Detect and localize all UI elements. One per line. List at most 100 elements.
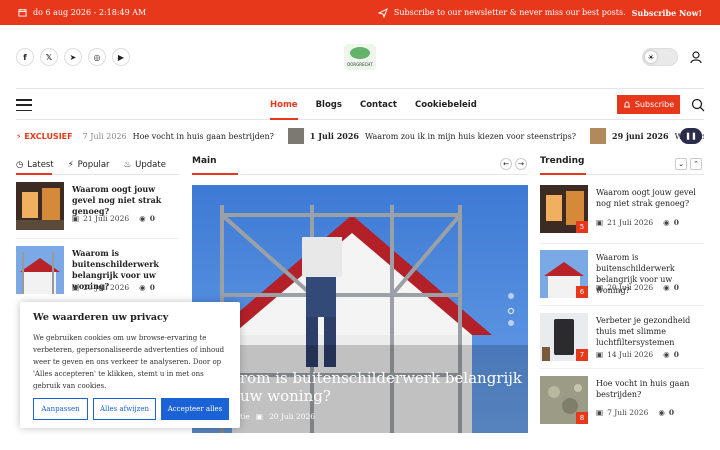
accept-all-button[interactable]: Accepteer alles	[161, 398, 229, 420]
comment-icon: ◉	[663, 283, 670, 292]
post-title[interactable]: Verbeter je gezondheid thuis met slimme …	[596, 315, 704, 348]
post-meta: ▣ 7 Juli 2026 ◉ 0	[596, 408, 674, 417]
tab-label: Latest	[27, 160, 54, 170]
rank-badge: 5	[576, 221, 588, 233]
x-icon[interactable]: 𝕏	[40, 48, 58, 66]
post-title[interactable]: Waarom oogt jouw gevel nog niet strak ge…	[596, 187, 704, 209]
post-meta: ▣ 21 Juli 2026 ◉ 0	[72, 214, 155, 223]
comment-count: 0	[673, 283, 679, 292]
nav-menu: Home Blogs Contact Cookiebeleid	[270, 89, 477, 120]
top-bar: do 6 aug 2026 - 2:18:49 AM Subscribe to …	[0, 0, 720, 25]
newsletter-text: Subscribe to our newsletter & never miss…	[393, 8, 626, 17]
calendar-icon: ▣	[596, 283, 604, 292]
cookie-title: We waarderen uw privacy	[33, 312, 169, 323]
ticker-date: 7 Juli 2026	[82, 131, 127, 141]
post-thumbnail[interactable]	[16, 182, 64, 230]
comment-count: 0	[149, 283, 155, 292]
chevron-up-icon[interactable]: ⌃	[690, 158, 702, 170]
subscribe-now-link[interactable]: Subscribe Now!	[632, 8, 702, 18]
cookie-buttons: Aanpassen Alles afwijzen Accepteer alles	[33, 398, 229, 420]
trending-item[interactable]: 8 Hoe vocht in huis gaan bestrijden? ▣ 7 …	[540, 376, 704, 426]
instagram-icon[interactable]: ◎	[88, 48, 106, 66]
main-underline	[192, 173, 528, 175]
ticker-title[interactable]: Hoe vocht in huis gaan bestrijden?	[133, 132, 274, 141]
news-ticker: ⚡ EXCLUSIEF 7 Juli 2026 Hoe vocht in hui…	[16, 126, 704, 146]
post-meta: ▣ 21 Juli 2026 ◉ 0	[596, 218, 679, 227]
customize-button[interactable]: Aanpassen	[33, 398, 88, 420]
comment-icon: ◉	[663, 350, 670, 359]
tab-update[interactable]: ♨ Update	[124, 156, 166, 174]
facebook-icon[interactable]: f	[16, 48, 34, 66]
list-item[interactable]: Waarom is buitenschilderwerk belangrijk …	[16, 246, 179, 296]
tab-label: Popular	[77, 160, 110, 170]
post-category[interactable]: tie	[240, 412, 250, 421]
ticker-thumbnail[interactable]	[287, 128, 304, 144]
bell-icon	[623, 101, 630, 107]
featured-post-title[interactable]: rom is buitenschilderwerk belangrijk uw …	[240, 369, 525, 405]
subscribe-label: Subscribe	[634, 100, 675, 109]
tab-popular[interactable]: ⚡ Popular	[68, 156, 110, 174]
rank-badge: 7	[576, 349, 588, 361]
nav-contact[interactable]: Contact	[360, 100, 397, 110]
current-date: do 6 aug 2026 - 2:18:49 AM	[33, 8, 147, 17]
prev-arrow-icon[interactable]: ←	[500, 158, 512, 170]
dark-mode-toggle[interactable]: ☀	[642, 48, 678, 66]
list-item[interactable]: Waarom oogt jouw gevel nog niet strak ge…	[16, 182, 179, 232]
post-date: 20 Juli 2026	[607, 283, 654, 292]
reject-all-button[interactable]: Alles afwijzen	[93, 398, 156, 420]
nav-home[interactable]: Home	[270, 100, 298, 120]
subscribe-button[interactable]: Subscribe	[617, 95, 680, 114]
post-title[interactable]: Waarom oogt jouw gevel nog niet strak ge…	[72, 184, 179, 217]
post-meta: ▣ 20 Juli 2026 ◉ 0	[596, 283, 679, 292]
telegram-icon[interactable]: ➤	[64, 48, 82, 66]
comment-icon: ◉	[663, 218, 670, 227]
site-logo[interactable]: OORGRECHT	[344, 44, 376, 70]
calendar-icon: ▣	[72, 283, 80, 292]
chevron-down-icon[interactable]: ⌄	[675, 158, 687, 170]
tab-latest[interactable]: ◷ Latest	[16, 156, 54, 174]
comment-icon: ◉	[139, 283, 146, 292]
post-tabs: ◷ Latest ⚡ Popular ♨ Update	[16, 156, 179, 174]
clock-icon: ◷	[16, 160, 24, 170]
post-thumbnail[interactable]	[16, 246, 64, 294]
nav-blogs[interactable]: Blogs	[316, 100, 342, 110]
comment-count: 0	[673, 350, 679, 359]
slider-dot[interactable]	[508, 320, 514, 326]
pause-icon: ❚❚	[685, 132, 697, 140]
user-icon[interactable]	[689, 50, 703, 64]
comment-count: 0	[668, 408, 675, 417]
ticker-date: 1 Juli 2026	[309, 131, 359, 141]
next-arrow-icon[interactable]: →	[515, 158, 527, 170]
trending-section-title: Trending	[540, 156, 585, 166]
trending-item[interactable]: 6 Waarom is buitenschilderwerk belangrij…	[540, 250, 704, 306]
ticker-title[interactable]: Waarom zou ik in mijn huis kiezen voor s…	[365, 132, 576, 141]
slider-dot[interactable]	[508, 293, 514, 299]
calendar-icon: ▣	[72, 214, 80, 223]
tab-label: Update	[135, 160, 166, 170]
trending-item[interactable]: 5 Waarom oogt jouw gevel nog niet strak …	[540, 185, 704, 244]
logo-text: OORGRECHT	[347, 62, 373, 67]
post-title[interactable]: Hoe vocht in huis gaan bestrijden?	[596, 378, 704, 400]
flame-icon: ♨	[123, 160, 132, 170]
calendar-icon	[18, 8, 27, 17]
comment-count: 0	[673, 218, 679, 227]
post-date: 21 Juli 2026	[607, 218, 654, 227]
slider-dot-active[interactable]	[508, 308, 514, 314]
cookie-text: We gebruiken cookies om uw browse-ervari…	[33, 334, 225, 390]
youtube-icon[interactable]: ▶	[112, 48, 130, 66]
cookie-consent-banner: We waarderen uw privacy We gebruiken coo…	[20, 302, 240, 428]
nav-cookiebeleid[interactable]: Cookiebeleid	[415, 100, 477, 110]
hamburger-menu-icon[interactable]	[16, 99, 32, 111]
post-meta: ▣ 20 Juli 2026 ◉ 0	[72, 283, 155, 292]
rank-badge: 6	[576, 286, 588, 298]
search-icon[interactable]	[691, 98, 705, 112]
ticker-thumbnail[interactable]	[590, 128, 607, 144]
calendar-icon: ▣	[596, 350, 604, 359]
tabs-underline	[16, 173, 179, 175]
trending-item[interactable]: 7 Verbeter je gezondheid thuis met slimm…	[540, 313, 704, 369]
post-date: 20 Juli 2026	[268, 412, 315, 421]
bolt-icon: ⚡	[67, 160, 74, 170]
ticker-pause-button[interactable]: ❚❚	[680, 128, 702, 144]
post-date: 7 Juli 2026	[607, 408, 649, 417]
calendar-icon: ▣	[255, 412, 263, 421]
